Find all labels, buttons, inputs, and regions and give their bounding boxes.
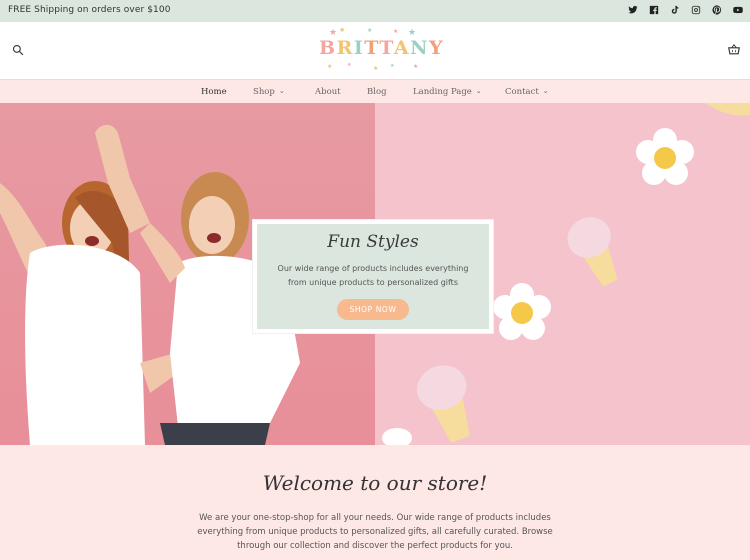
cart-icon[interactable]	[728, 41, 742, 55]
svg-text:★: ★	[367, 27, 372, 34]
logo-letter: I	[353, 37, 365, 59]
nav-blog-label: Blog	[367, 87, 387, 97]
svg-text:★: ★	[393, 28, 398, 35]
announcement-text: FREE Shipping on orders over $100	[8, 5, 171, 15]
svg-text:★: ★	[390, 63, 395, 69]
announcement-bar: FREE Shipping on orders over $100	[0, 0, 750, 22]
site-header: ★ ★ ★ ★ ★ ★ ★ ★ ★ ★ BRITTANY	[0, 22, 750, 79]
search-icon[interactable]	[12, 41, 26, 56]
svg-text:★: ★	[327, 63, 332, 70]
nav-home[interactable]: Home	[201, 87, 227, 97]
instagram-icon[interactable]	[690, 4, 702, 16]
social-links	[627, 4, 744, 16]
svg-text:★: ★	[413, 63, 418, 70]
logo-letter: T	[379, 37, 394, 59]
brand-logo[interactable]: ★ ★ ★ ★ ★ ★ ★ ★ ★ ★ BRITTANY	[315, 24, 443, 74]
chevron-down-icon: ⌄	[475, 87, 482, 95]
main-nav: Home Shop ⌄ About Blog Landing Page ⌄ Cont…	[0, 79, 750, 103]
welcome-text: We are your one-stop-shop for all your n…	[197, 513, 553, 551]
logo-letter: B	[319, 37, 337, 59]
hero-content-box: Fun Styles Our wide range of products in…	[253, 220, 493, 333]
shop-now-button[interactable]: SHOP NOW	[337, 299, 409, 320]
nav-contact-label: Contact	[505, 87, 539, 97]
nav-about[interactable]: About	[315, 87, 341, 97]
logo-text: BRITTANY	[319, 37, 444, 59]
nav-blog[interactable]: Blog	[367, 87, 387, 97]
chevron-down-icon: ⌄	[278, 87, 285, 95]
svg-text:★: ★	[347, 62, 352, 68]
nav-home-label: Home	[201, 87, 227, 97]
tiktok-icon[interactable]	[669, 4, 681, 16]
nav-shop-label: Shop	[253, 87, 275, 97]
youtube-icon[interactable]	[732, 4, 744, 16]
twitter-icon[interactable]	[627, 4, 639, 16]
nav-about-label: About	[315, 87, 341, 97]
svg-text:★: ★	[339, 26, 345, 34]
nav-landing-page-label: Landing Page	[413, 87, 472, 97]
welcome-section: Welcome to our store! We are your one-st…	[0, 445, 750, 560]
svg-text:★: ★	[373, 65, 378, 72]
nav-shop[interactable]: Shop ⌄	[253, 87, 285, 97]
logo-letter: R	[336, 37, 354, 59]
logo-letter: N	[410, 37, 429, 59]
hero-title: Fun Styles	[327, 232, 419, 252]
logo-letter: T	[364, 37, 380, 59]
facebook-icon[interactable]	[648, 4, 660, 16]
nav-contact[interactable]: Contact ⌄	[505, 87, 549, 97]
hero-banner: Fun Styles Our wide range of products in…	[0, 103, 750, 445]
pinterest-icon[interactable]	[711, 4, 723, 16]
welcome-title: Welcome to our store!	[262, 471, 488, 495]
chevron-down-icon: ⌄	[542, 87, 549, 95]
logo-letter: A	[393, 37, 411, 59]
hero-description: Our wide range of products includes ever…	[277, 264, 469, 287]
nav-landing-page[interactable]: Landing Page ⌄	[413, 87, 482, 97]
logo-letter: Y	[428, 37, 445, 59]
